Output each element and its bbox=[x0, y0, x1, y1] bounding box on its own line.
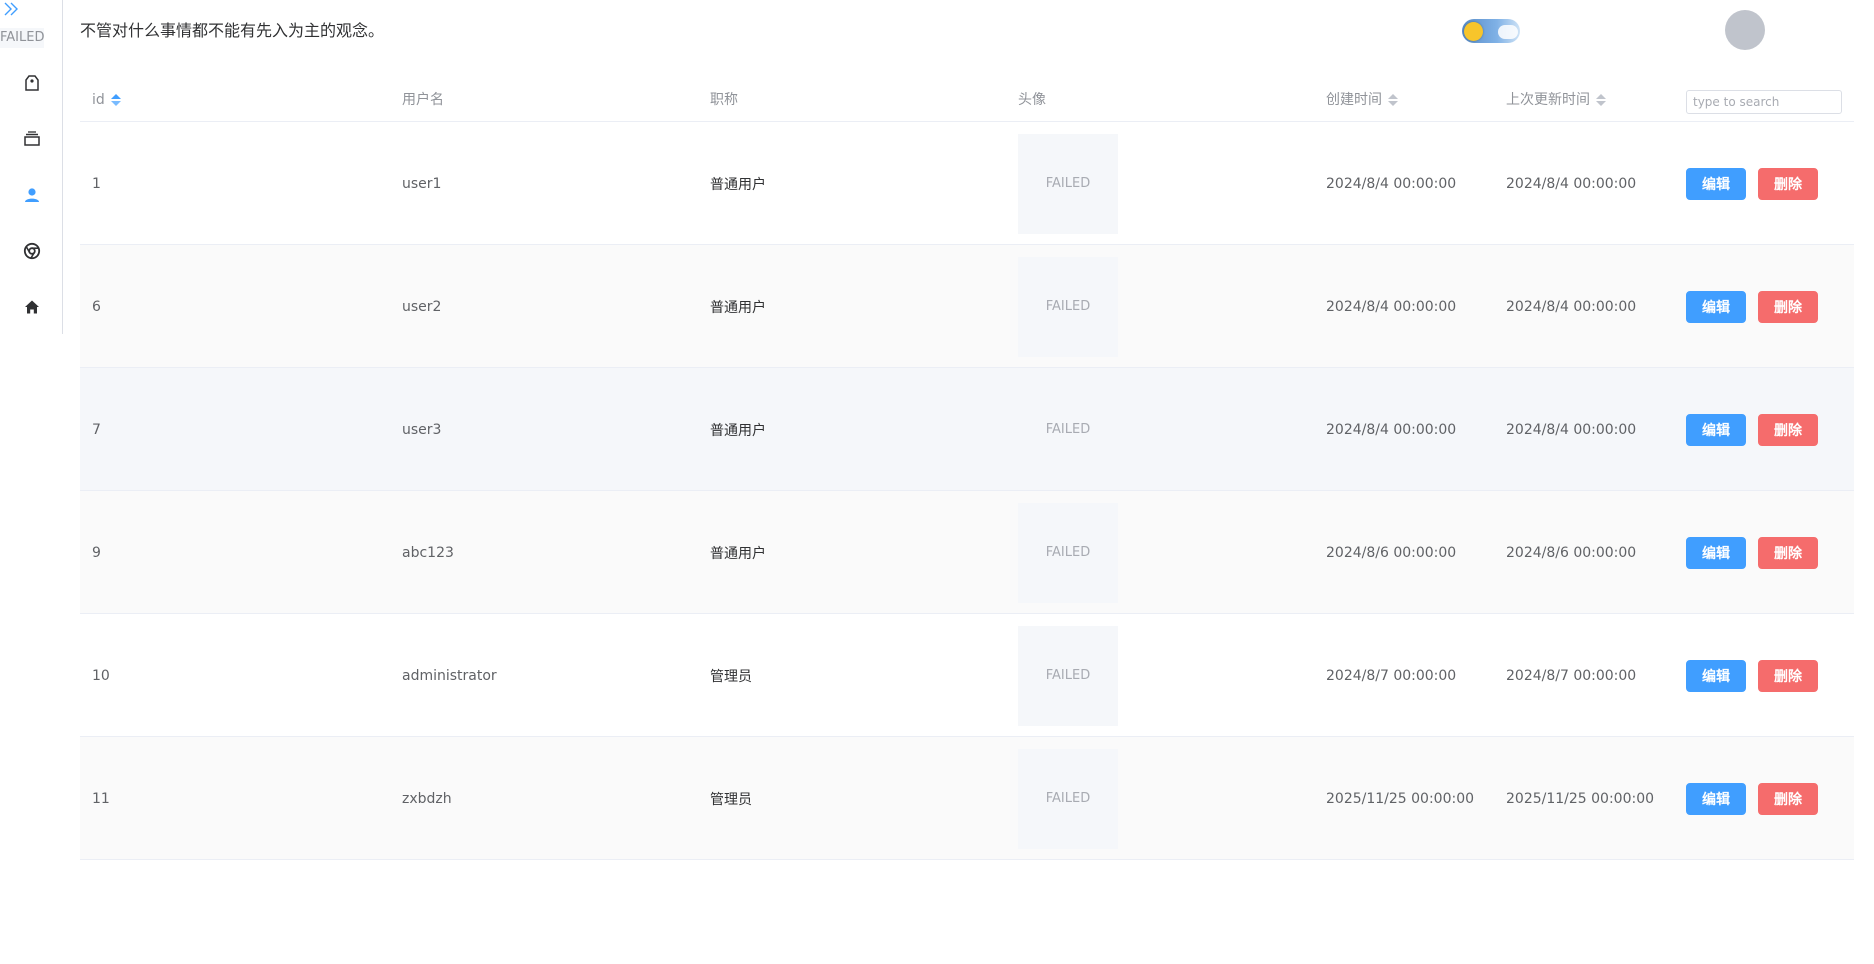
table-row: 10 administrator 管理员 FAILED 2024/8/7 00:… bbox=[80, 614, 1854, 737]
cell-created: 2024/8/6 00:00:00 bbox=[1326, 544, 1457, 561]
cell-updated: 2024/8/6 00:00:00 bbox=[1506, 544, 1637, 561]
cell-username: user1 bbox=[402, 175, 442, 192]
cell-id: 9 bbox=[92, 544, 101, 561]
theme-toggle[interactable] bbox=[1462, 19, 1520, 43]
logo-image: FAILED bbox=[0, 28, 44, 48]
avatar-image: FAILED bbox=[1018, 256, 1118, 357]
box-icon[interactable] bbox=[22, 129, 42, 149]
avatar-image: FAILED bbox=[1018, 133, 1118, 234]
column-header-id[interactable]: id bbox=[92, 78, 121, 122]
user-avatar[interactable] bbox=[1725, 10, 1765, 50]
cell-username: abc123 bbox=[402, 544, 454, 561]
sort-caret-icon[interactable] bbox=[110, 94, 121, 106]
avatar-image: FAILED bbox=[1045, 421, 1091, 437]
cell-avatar: FAILED bbox=[1018, 368, 1118, 491]
users-table: id 用户名 职称 头像 创建时间 上次更新时间 1 user1 普通用户 FA… bbox=[80, 78, 1854, 860]
delete-button[interactable]: 删除 bbox=[1758, 167, 1818, 200]
column-label: 上次更新时间 bbox=[1506, 92, 1590, 108]
column-header-title: 职称 bbox=[710, 78, 738, 122]
sidebar: FAILED bbox=[0, 0, 63, 334]
cell-username: user3 bbox=[402, 421, 442, 438]
cell-actions: 编辑 删除 bbox=[1686, 245, 1818, 368]
cell-updated: 2024/8/4 00:00:00 bbox=[1506, 421, 1637, 438]
column-header-updated[interactable]: 上次更新时间 bbox=[1506, 78, 1606, 122]
cell-title: 管理员 bbox=[710, 791, 752, 808]
cell-avatar: FAILED bbox=[1018, 122, 1118, 245]
table-header: id 用户名 职称 头像 创建时间 上次更新时间 bbox=[80, 78, 1854, 122]
cell-created: 2024/8/7 00:00:00 bbox=[1326, 667, 1457, 684]
sort-caret-icon[interactable] bbox=[1388, 94, 1398, 106]
column-header-avatar: 头像 bbox=[1018, 78, 1046, 122]
expand-icon[interactable] bbox=[2, 0, 20, 18]
cell-title: 管理员 bbox=[710, 668, 752, 685]
table-row: 11 zxbdzh 管理员 FAILED 2025/11/25 00:00:00… bbox=[80, 737, 1854, 860]
chrome-icon[interactable] bbox=[22, 241, 42, 261]
avatar-image: FAILED bbox=[1018, 502, 1118, 603]
cell-actions: 编辑 删除 bbox=[1686, 737, 1818, 860]
delete-button[interactable]: 删除 bbox=[1758, 290, 1818, 323]
cell-id: 10 bbox=[92, 667, 110, 684]
edit-button[interactable]: 编辑 bbox=[1686, 782, 1746, 815]
delete-button[interactable]: 删除 bbox=[1758, 659, 1818, 692]
column-label: 用户名 bbox=[402, 92, 444, 108]
table-row: 6 user2 普通用户 FAILED 2024/8/4 00:00:00 20… bbox=[80, 245, 1854, 368]
cell-avatar: FAILED bbox=[1018, 491, 1118, 614]
cell-title: 普通用户 bbox=[710, 176, 766, 193]
edit-button[interactable]: 编辑 bbox=[1686, 413, 1746, 446]
price-tag-icon[interactable] bbox=[22, 73, 42, 93]
cell-actions: 编辑 删除 bbox=[1686, 614, 1818, 737]
delete-button[interactable]: 删除 bbox=[1758, 413, 1818, 446]
edit-button[interactable]: 编辑 bbox=[1686, 290, 1746, 323]
column-label: 创建时间 bbox=[1326, 92, 1382, 108]
cell-created: 2024/8/4 00:00:00 bbox=[1326, 298, 1457, 315]
column-label: id bbox=[92, 92, 105, 108]
column-header-created[interactable]: 创建时间 bbox=[1326, 78, 1398, 122]
table-row: 7 user3 普通用户 FAILED 2024/8/4 00:00:00 20… bbox=[80, 368, 1854, 491]
delete-button[interactable]: 删除 bbox=[1758, 536, 1818, 569]
cell-updated: 2024/8/7 00:00:00 bbox=[1506, 667, 1637, 684]
column-header-username: 用户名 bbox=[402, 78, 444, 122]
cell-avatar: FAILED bbox=[1018, 245, 1118, 368]
sun-icon bbox=[1464, 22, 1483, 41]
cell-username: zxbdzh bbox=[402, 790, 452, 807]
cell-username: user2 bbox=[402, 298, 442, 315]
cell-created: 2024/8/4 00:00:00 bbox=[1326, 421, 1457, 438]
cell-updated: 2024/8/4 00:00:00 bbox=[1506, 298, 1637, 315]
delete-button[interactable]: 删除 bbox=[1758, 782, 1818, 815]
cell-title: 普通用户 bbox=[710, 422, 766, 439]
avatar-image: FAILED bbox=[1018, 748, 1118, 849]
cell-actions: 编辑 删除 bbox=[1686, 491, 1818, 614]
cell-avatar: FAILED bbox=[1018, 737, 1118, 860]
cell-avatar: FAILED bbox=[1018, 614, 1118, 737]
column-label: 职称 bbox=[710, 92, 738, 108]
cell-title: 普通用户 bbox=[710, 299, 766, 316]
cell-actions: 编辑 删除 bbox=[1686, 368, 1818, 491]
cell-id: 7 bbox=[92, 421, 101, 438]
search-input[interactable] bbox=[1686, 90, 1842, 114]
table-row: 1 user1 普通用户 FAILED 2024/8/4 00:00:00 20… bbox=[80, 122, 1854, 245]
table-row: 9 abc123 普通用户 FAILED 2024/8/6 00:00:00 2… bbox=[80, 491, 1854, 614]
cell-created: 2025/11/25 00:00:00 bbox=[1326, 790, 1475, 807]
avatar-image: FAILED bbox=[1018, 625, 1118, 726]
daily-quote: 不管对什么事情都不能有先入为主的观念。 bbox=[80, 21, 385, 40]
sort-caret-icon[interactable] bbox=[1596, 94, 1606, 106]
cell-actions: 编辑 删除 bbox=[1686, 122, 1818, 245]
cell-updated: 2024/8/4 00:00:00 bbox=[1506, 175, 1637, 192]
edit-button[interactable]: 编辑 bbox=[1686, 536, 1746, 569]
cell-id: 11 bbox=[92, 790, 110, 807]
cell-created: 2024/8/4 00:00:00 bbox=[1326, 175, 1457, 192]
home-icon[interactable] bbox=[22, 297, 42, 317]
user-icon[interactable] bbox=[22, 185, 42, 205]
column-label: 头像 bbox=[1018, 92, 1046, 108]
cell-title: 普通用户 bbox=[710, 545, 766, 562]
edit-button[interactable]: 编辑 bbox=[1686, 659, 1746, 692]
cell-id: 1 bbox=[92, 175, 101, 192]
edit-button[interactable]: 编辑 bbox=[1686, 167, 1746, 200]
cloud-icon bbox=[1498, 25, 1518, 39]
cell-username: administrator bbox=[402, 667, 497, 684]
cell-updated: 2025/11/25 00:00:00 bbox=[1506, 790, 1655, 807]
cell-id: 6 bbox=[92, 298, 101, 315]
